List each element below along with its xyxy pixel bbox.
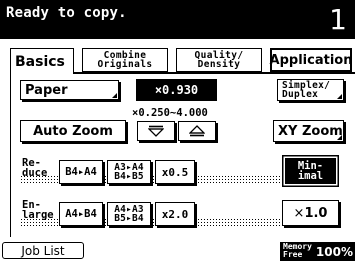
- reduce-b4b5-label: B4▸B5: [114, 171, 144, 182]
- enlarge-label: En- large: [22, 200, 54, 221]
- job-list-button[interactable]: Job List: [2, 242, 84, 259]
- triangle-up-icon: [189, 125, 205, 137]
- zoom-up-button[interactable]: [178, 121, 216, 141]
- header-bar: Ready to copy. 1: [0, 0, 355, 39]
- enlarge-a4-b4-button[interactable]: A4▸B4: [59, 202, 103, 226]
- zoom-range-text: ×0.250∼4.000: [132, 107, 208, 119]
- reduce-b4-a4-label: B4▸A4: [65, 166, 97, 178]
- memory-percent: 100%: [315, 245, 353, 259]
- tab-basics-label: Basics: [15, 53, 65, 70]
- job-list-label: Job List: [21, 243, 65, 258]
- auto-zoom-label: Auto Zoom: [33, 123, 113, 139]
- memory-label-line2: Free: [283, 250, 303, 259]
- paper-button[interactable]: Paper: [20, 80, 119, 100]
- memory-indicator: Memory Free 100%: [280, 242, 355, 261]
- reduce-x05-label: x0.5: [161, 165, 189, 179]
- reduce-label: Re- duce: [22, 158, 48, 179]
- reduce-a3a4-b4b5-button[interactable]: A3▸A4 B4▸B5: [107, 160, 151, 184]
- simplex-label-line2: Duplex: [282, 89, 319, 100]
- zoom-ratio-display[interactable]: ×0.930: [136, 79, 217, 101]
- full-size-button[interactable]: × 1.0: [282, 200, 339, 226]
- reduce-x05-button[interactable]: x0.5: [155, 160, 195, 184]
- enlarge-a4a3-b5b4-button[interactable]: A4▸A3 B5▸B4: [107, 202, 151, 226]
- zoom-ratio-value: ×0.930: [154, 83, 199, 97]
- memory-label: Memory Free: [283, 243, 312, 259]
- zoom-down-button[interactable]: [137, 121, 175, 141]
- reduce-label-line2: duce: [22, 167, 48, 179]
- enlarge-x20-label: x2.0: [161, 207, 189, 221]
- copy-count: 1: [329, 3, 347, 36]
- enlarge-label-line2: large: [22, 209, 54, 221]
- enlarge-a4-b4-label: A4▸B4: [65, 208, 97, 220]
- paper-label: Paper: [25, 82, 68, 98]
- enlarge-b5b4-label: B5▸B4: [114, 213, 144, 224]
- minimal-label-line2: imal: [297, 170, 324, 182]
- reduce-b4-a4-button[interactable]: B4▸A4: [59, 160, 103, 184]
- tab-label-line2: Density: [197, 59, 241, 70]
- enlarge-x20-button[interactable]: x2.0: [155, 202, 195, 226]
- auto-zoom-button[interactable]: Auto Zoom: [20, 120, 126, 142]
- tab-label-line2: Originals: [97, 59, 153, 70]
- copier-screen: Ready to copy. 1 Basics Combine Original…: [0, 0, 355, 261]
- tab-basics[interactable]: Basics: [10, 48, 74, 74]
- triangle-down-icon: [148, 125, 164, 137]
- tab-application-label: Application: [269, 52, 353, 68]
- tab-combine-originals[interactable]: Combine Originals: [82, 48, 168, 72]
- xy-zoom-label: XY Zoom: [278, 123, 343, 139]
- status-message: Ready to copy.: [6, 5, 127, 21]
- simplex-duplex-button[interactable]: Simplex/ Duplex: [277, 79, 344, 101]
- tab-quality-density[interactable]: Quality/ Density: [176, 48, 262, 72]
- full-size-value: 1.0: [304, 205, 328, 221]
- tab-application[interactable]: Application: [270, 48, 352, 72]
- xy-zoom-button[interactable]: XY Zoom: [273, 120, 344, 142]
- minimal-button[interactable]: Min- imal: [285, 158, 336, 184]
- full-size-prefix: ×: [293, 205, 305, 221]
